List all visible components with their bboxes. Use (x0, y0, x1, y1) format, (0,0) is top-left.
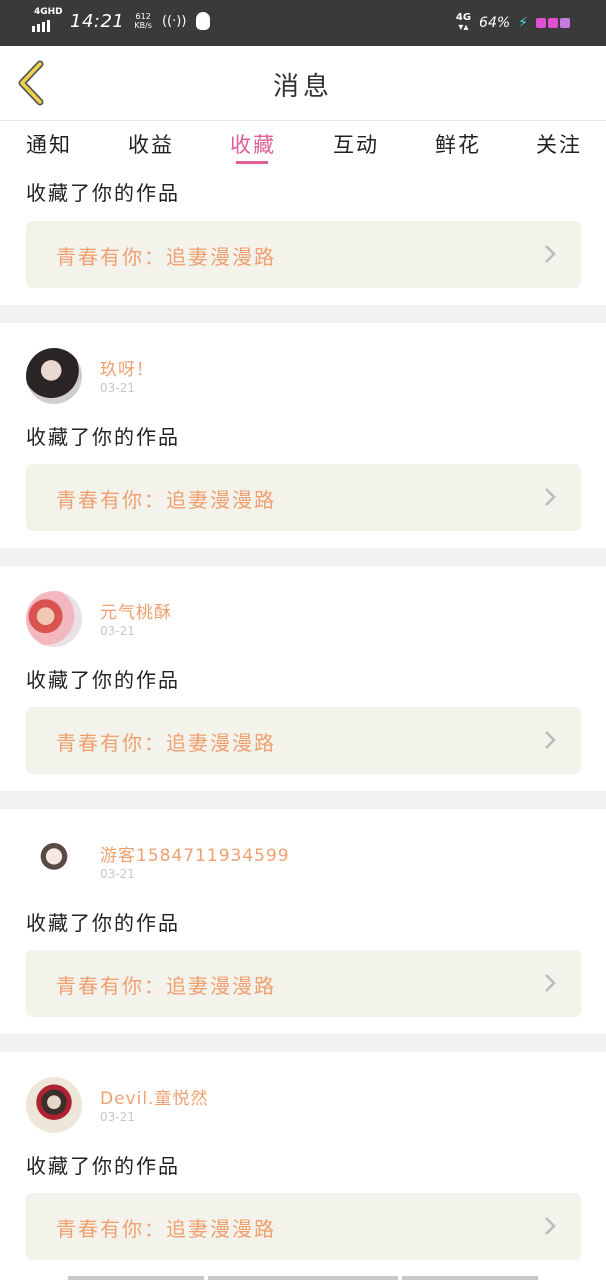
work-card[interactable]: 青春有你：追妻漫漫路 (26, 950, 581, 1017)
qq-icon (196, 12, 211, 30)
username[interactable]: 元气桃酥 (100, 598, 172, 623)
tab-favorites[interactable]: 收藏 (230, 129, 276, 159)
status-bar: 4GHD 14:21 612 KB/s ((·)) 4G ▾▴ 64% ⚡ (0, 0, 606, 46)
tab-flowers[interactable]: 鲜花 (435, 129, 481, 159)
action-text: 收藏了你的作品 (26, 425, 180, 449)
signal-4g-icon: 4G ▾▴ (455, 12, 472, 33)
work-card[interactable]: 青春有你：追妻漫漫路 (26, 464, 581, 531)
separator (0, 791, 606, 809)
list-item: 游客15847119345​99 03-21 收藏了你的作品 青春有你：追妻漫漫… (0, 809, 606, 1034)
work-title: 青春有你：追妻漫漫路 (56, 245, 276, 269)
net-speed-value: 612 (135, 12, 151, 21)
date: 03-21 (100, 1110, 135, 1124)
tab-earnings[interactable]: 收益 (128, 129, 174, 159)
list-item: 元气桃酥 03-21 收藏了你的作品 青春有你：追妻漫漫路 (0, 566, 606, 791)
list-item: Devil.童悦然 03-21 收藏了你的作品 青春有你：追妻漫漫路 (0, 1052, 606, 1280)
signal-4g-label: 4G (455, 12, 472, 23)
separator (0, 1034, 606, 1052)
clock: 14:21 (70, 10, 125, 32)
date: 03-21 (100, 867, 135, 881)
avatar[interactable] (26, 1077, 82, 1133)
username[interactable]: 玖呀！ (100, 355, 154, 380)
chevron-right-icon (545, 731, 556, 749)
tab-following[interactable]: 关注 (536, 129, 582, 159)
app-header: 消息 (0, 46, 606, 121)
chevron-right-icon (545, 245, 556, 263)
charging-icon: ⚡ (518, 15, 528, 31)
net-speed-unit: KB/s (134, 21, 152, 30)
work-title: 青春有你：追妻漫漫路 (56, 1217, 276, 1241)
list-item: 玖呀！ 03-21 收藏了你的作品 青春有你：追妻漫漫路 (0, 323, 606, 548)
list-item: 收藏了你的作品 青春有你：追妻漫漫路 (0, 167, 606, 305)
chevron-right-icon (545, 974, 556, 992)
work-card[interactable]: 青春有你：追妻漫漫路 (26, 221, 581, 288)
username[interactable]: Devil.童悦然 (100, 1084, 208, 1109)
battery-percent: 64% (479, 15, 511, 31)
date: 03-21 (100, 624, 135, 638)
date: 03-21 (100, 381, 135, 395)
avatar[interactable] (26, 348, 82, 404)
username[interactable]: 游客15847119345​99 (100, 841, 290, 866)
separator (0, 305, 606, 323)
tab-interactions[interactable]: 互动 (333, 129, 379, 159)
hotspot-icon: ((·)) (161, 13, 187, 29)
work-title: 青春有你：追妻漫漫路 (56, 731, 276, 755)
network-tag: 4GHD (34, 7, 63, 17)
active-tab-indicator (236, 161, 268, 164)
scroll-indicator (68, 1276, 538, 1280)
action-text: 收藏了你的作品 (26, 1154, 180, 1178)
tab-notifications[interactable]: 通知 (26, 129, 72, 159)
action-text: 收藏了你的作品 (26, 181, 180, 205)
page-title: 消息 (272, 72, 333, 102)
action-text: 收藏了你的作品 (26, 911, 180, 935)
decor-icons (536, 18, 570, 28)
tab-bar: 通知 收益 收藏 互动 鲜花 关注 (0, 121, 606, 167)
chevron-right-icon (545, 1217, 556, 1235)
work-title: 青春有你：追妻漫漫路 (56, 488, 276, 512)
avatar[interactable] (26, 834, 82, 890)
work-card[interactable]: 青春有你：追妻漫漫路 (26, 1193, 581, 1260)
net-speed: 612 KB/s (134, 12, 152, 30)
chevron-right-icon (545, 488, 556, 506)
cell-signal-icon: 4GHD (32, 7, 63, 32)
work-card[interactable]: 青春有你：追妻漫漫路 (26, 707, 581, 774)
avatar[interactable] (26, 591, 82, 647)
action-text: 收藏了你的作品 (26, 668, 180, 692)
work-title: 青春有你：追妻漫漫路 (56, 974, 276, 998)
separator (0, 548, 606, 566)
